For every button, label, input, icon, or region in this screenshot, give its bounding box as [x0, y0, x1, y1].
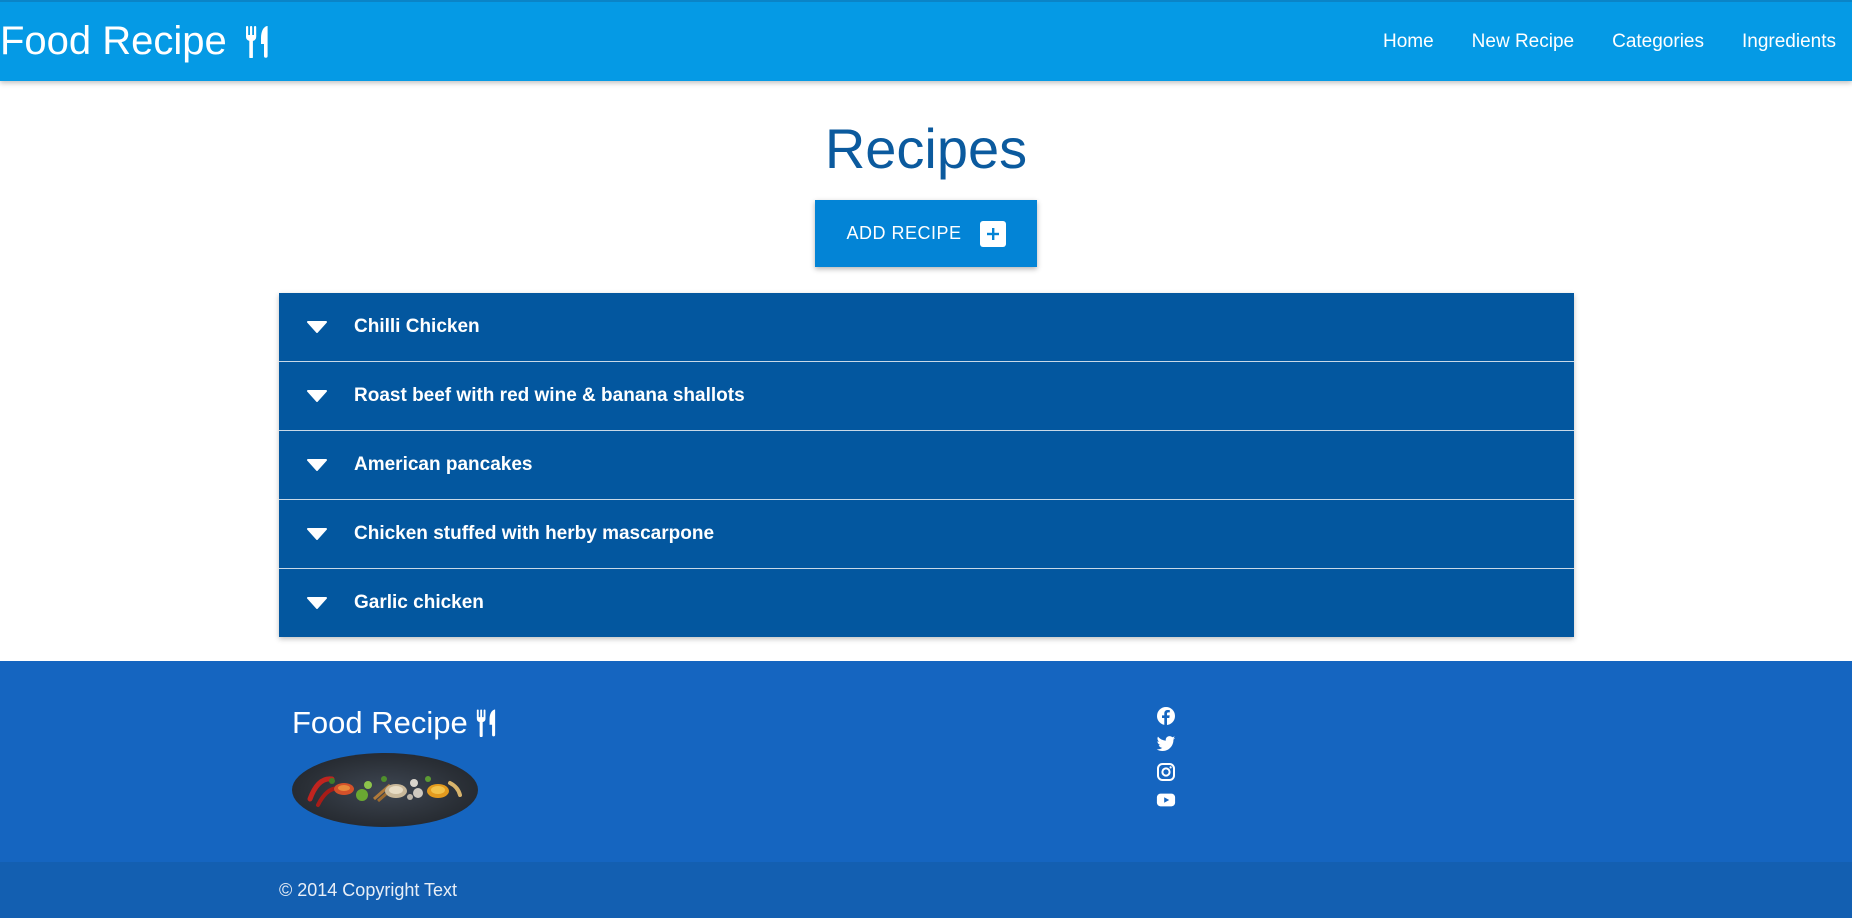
recipe-item[interactable]: Chicken stuffed with herby mascarpone	[279, 500, 1574, 569]
recipe-name: Garlic chicken	[354, 592, 484, 613]
nav-categories[interactable]: Categories	[1612, 31, 1704, 53]
copyright-bar: © 2014 Copyright Text	[0, 862, 1852, 918]
recipe-accordion: Chilli Chicken Roast beef with red wine …	[279, 293, 1574, 637]
recipe-item[interactable]: Roast beef with red wine & banana shallo…	[279, 362, 1574, 431]
utensils-icon	[476, 709, 498, 737]
caret-down-icon	[279, 459, 354, 471]
social-links	[1156, 706, 1176, 818]
facebook-icon[interactable]	[1156, 706, 1176, 726]
recipe-item[interactable]: Chilli Chicken	[279, 293, 1574, 362]
recipe-name: Chilli Chicken	[354, 316, 480, 337]
youtube-icon[interactable]	[1156, 790, 1176, 810]
footer-brand: Food Recipe	[292, 705, 498, 741]
page-title: Recipes	[824, 117, 1028, 180]
utensils-icon	[245, 25, 271, 58]
recipe-item[interactable]: Garlic chicken	[279, 569, 1574, 637]
brand[interactable]: Food Recipe	[0, 19, 271, 64]
nav-home[interactable]: Home	[1383, 31, 1434, 53]
plus-square-icon	[979, 220, 1006, 247]
nav-new-recipe[interactable]: New Recipe	[1472, 31, 1574, 53]
nav-ingredients[interactable]: Ingredients	[1742, 31, 1836, 53]
top-navbar: Food Recipe Home New Recipe Categories I…	[0, 0, 1852, 81]
recipe-name: Roast beef with red wine & banana shallo…	[354, 385, 745, 406]
recipe-name: Chicken stuffed with herby mascarpone	[354, 523, 715, 544]
brand-title[interactable]: Food Recipe	[0, 19, 227, 64]
add-recipe-button[interactable]: ADD RECIPE	[815, 200, 1037, 267]
footer-brand-title: Food Recipe	[292, 705, 468, 740]
recipe-name: American pancakes	[354, 454, 533, 475]
caret-down-icon	[279, 390, 354, 402]
spices-image	[292, 753, 478, 827]
footer: Food Recipe	[0, 661, 1852, 862]
copyright-text: © 2014 Copyright Text	[279, 879, 458, 900]
instagram-icon[interactable]	[1156, 762, 1176, 782]
caret-down-icon	[279, 321, 354, 333]
add-recipe-label: ADD RECIPE	[846, 223, 962, 243]
caret-down-icon	[279, 597, 354, 609]
main-nav: Home New Recipe Categories Ingredients	[1345, 31, 1852, 53]
twitter-icon[interactable]	[1156, 734, 1176, 754]
caret-down-icon	[279, 528, 354, 540]
recipe-item[interactable]: American pancakes	[279, 431, 1574, 500]
